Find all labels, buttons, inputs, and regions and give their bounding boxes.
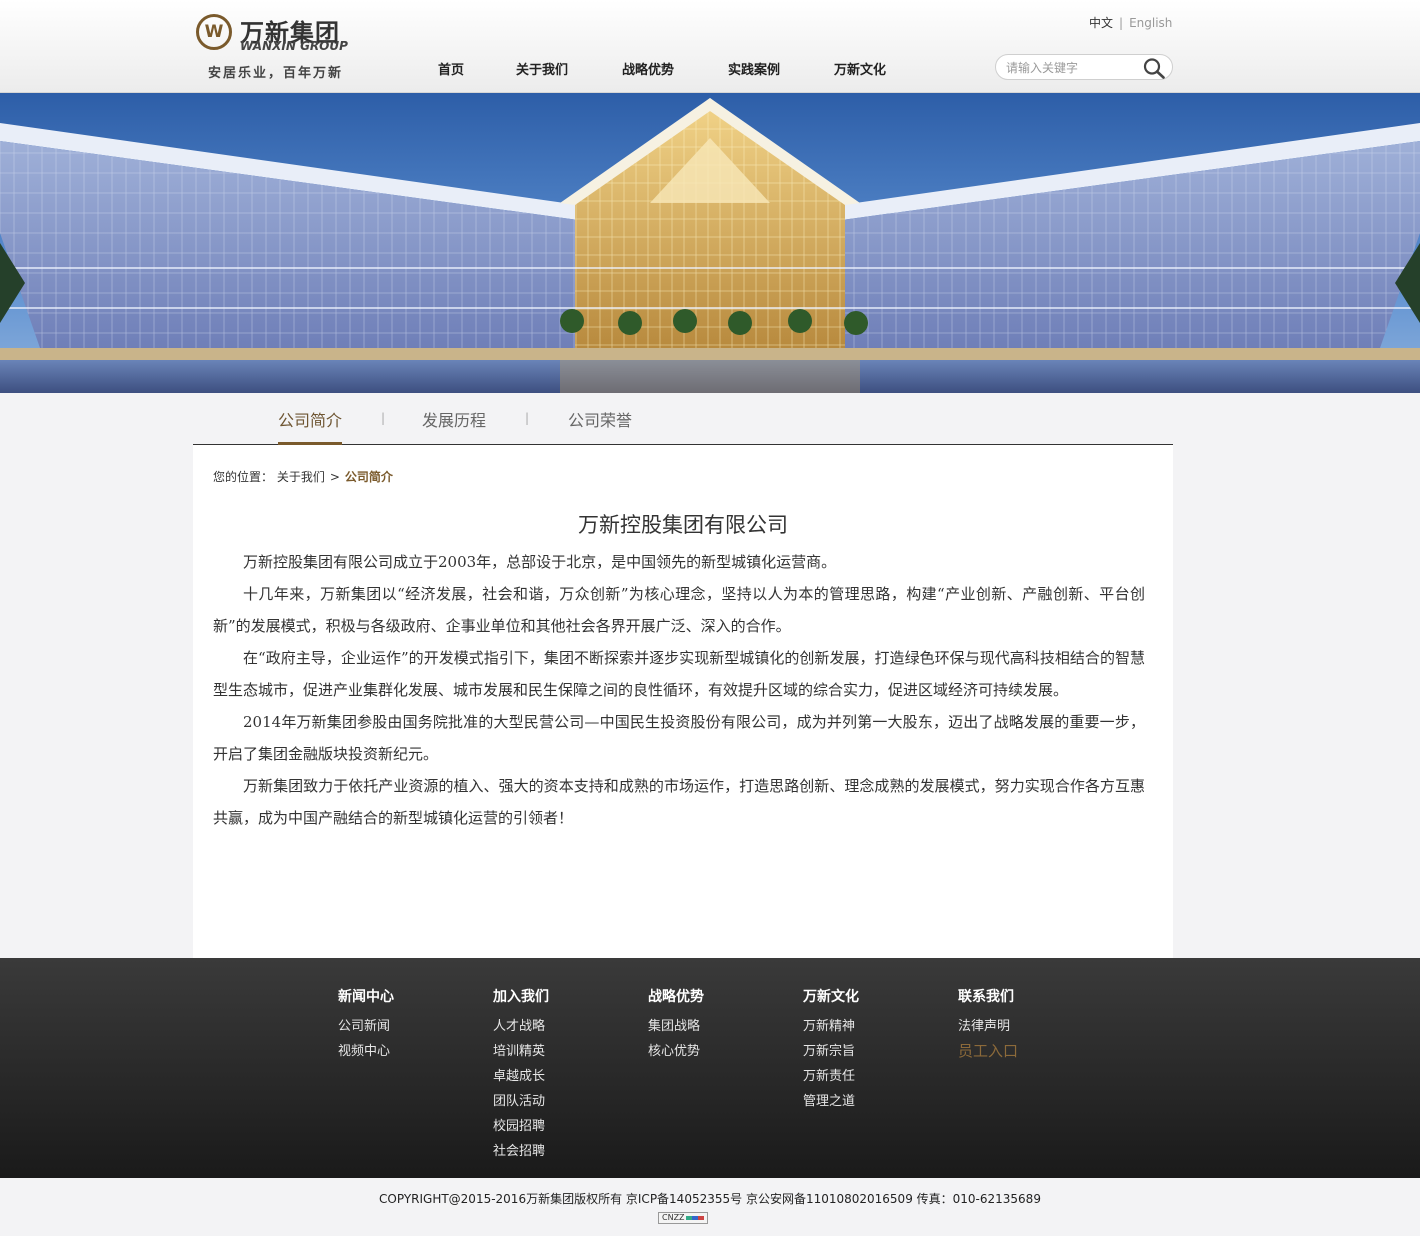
building-illustration (0, 93, 1420, 393)
footer-link[interactable]: 卓越成长 (493, 1064, 549, 1089)
tab-separator: | (381, 411, 386, 425)
footer-link[interactable]: 团队活动 (493, 1089, 549, 1114)
footer-link[interactable]: 集团战略 (648, 1014, 704, 1039)
footer-col-title[interactable]: 新闻中心 (338, 986, 394, 1006)
footer-link[interactable]: 公司新闻 (338, 1014, 394, 1039)
breadcrumb-parent-link[interactable]: 关于我们 (277, 470, 325, 484)
nav-item-culture[interactable]: 万新文化 (834, 59, 886, 78)
footer-col-culture: 万新文化 万新精神 万新宗旨 万新责任 管理之道 (803, 986, 859, 1114)
employee-portal-link[interactable]: 员工入口 (958, 1039, 1018, 1064)
footer-link[interactable]: 万新宗旨 (803, 1039, 859, 1064)
site-header: W 万新集团 WANXIN GROUP 安居乐业，百年万新 中文 | English… (0, 0, 1420, 93)
footer-col-join: 加入我们 人才战略 培训精英 卓越成长 团队活动 校园招聘 社会招聘 (493, 986, 549, 1164)
cnzz-bar-icon (686, 1216, 704, 1220)
footer-link[interactable]: 培训精英 (493, 1039, 549, 1064)
hero-banner-image (0, 93, 1420, 393)
search-icon[interactable] (1142, 57, 1166, 79)
nav-item-cases[interactable]: 实践案例 (728, 59, 780, 78)
footer-link[interactable]: 社会招聘 (493, 1139, 549, 1164)
tab-history[interactable]: 发展历程 (422, 407, 486, 431)
article-paragraph: 万新控股集团有限公司成立于2003年，总部设于北京，是中国领先的新型城镇化运营商… (243, 553, 837, 571)
footer-link[interactable]: 人才战略 (493, 1014, 549, 1039)
breadcrumb-current: 公司简介 (344, 470, 393, 484)
article-body: 万新控股集团有限公司成立于2003年，总部设于北京，是中国领先的新型城镇化运营商… (213, 546, 1145, 834)
nav-item-home[interactable]: 首页 (438, 59, 464, 78)
article-paragraph: 2014年万新集团参股由国务院批准的大型民营公司—中国民生投资股份有限公司，成为… (213, 713, 1145, 763)
search-input[interactable] (1004, 58, 1138, 78)
copyright-text: COPYRIGHT@2015-2016万新集团版权所有 京ICP备1405235… (379, 1192, 1041, 1206)
breadcrumb-label: 您的位置： (213, 470, 274, 484)
footer-link[interactable]: 视频中心 (338, 1039, 394, 1064)
footer-link[interactable]: 管理之道 (803, 1089, 859, 1114)
lang-separator: | (1119, 16, 1124, 30)
article-paragraph: 十几年来，万新集团以“经济发展，社会和谐，万众创新”为核心理念，坚持以人为本的管… (213, 585, 1145, 635)
brand-logo[interactable]: W 万新集团 WANXIN GROUP 安居乐业，百年万新 (196, 12, 366, 82)
cnzz-stats-badge[interactable]: CNZZ (658, 1212, 708, 1224)
article-paragraph: 万新集团致力于依托产业资源的植入、强大的资本支持和成熟的市场运作，打造思路创新、… (213, 777, 1145, 827)
cnzz-badge-label: CNZZ (662, 1213, 685, 1222)
article-paragraph: 在“政府主导，企业运作”的开发模式指引下，集团不断探索并逐步实现新型城镇化的创新… (213, 649, 1145, 699)
tab-honors[interactable]: 公司荣誉 (568, 407, 632, 431)
footer-col-strategy: 战略优势 集团战略 核心优势 (648, 986, 704, 1064)
page-title: 万新控股集团有限公司 (578, 513, 788, 537)
footer-col-news: 新闻中心 公司新闻 视频中心 (338, 986, 394, 1064)
search-box (995, 54, 1173, 80)
lang-cn-link[interactable]: 中文 (1089, 16, 1113, 30)
nav-item-strategy[interactable]: 战略优势 (622, 59, 674, 78)
logo-w-icon: W (196, 14, 232, 50)
footer-link[interactable]: 校园招聘 (493, 1114, 549, 1139)
breadcrumb: 您的位置： 关于我们 > 公司简介 (213, 468, 393, 485)
footer-col-contact: 联系我们 法律声明 员工入口 (958, 986, 1018, 1064)
footer-link[interactable]: 核心优势 (648, 1039, 704, 1064)
about-subnav: 公司简介 | 发展历程 | 公司荣誉 (193, 393, 1173, 445)
language-switch: 中文 | English (1089, 14, 1172, 31)
brand-name-en: WANXIN GROUP (240, 39, 348, 53)
footer-col-title[interactable]: 战略优势 (648, 986, 704, 1006)
main-content: 您的位置： 关于我们 > 公司简介 万新控股集团有限公司 万新控股集团有限公司成立于… (193, 445, 1173, 958)
footer-col-title[interactable]: 加入我们 (493, 986, 549, 1006)
footer-link[interactable]: 万新责任 (803, 1064, 859, 1089)
site-footer: 新闻中心 公司新闻 视频中心 加入我们 人才战略 培训精英 卓越成长 团队活动 … (0, 958, 1420, 1178)
tab-company-profile[interactable]: 公司简介 (278, 407, 342, 431)
footer-link[interactable]: 万新精神 (803, 1014, 859, 1039)
breadcrumb-separator: > (329, 470, 340, 484)
footer-col-title[interactable]: 万新文化 (803, 986, 859, 1006)
nav-item-about[interactable]: 关于我们 (516, 59, 568, 78)
brand-slogan: 安居乐业，百年万新 (208, 66, 344, 81)
footer-link-legal[interactable]: 法律声明 (958, 1014, 1018, 1039)
tab-separator: | (525, 411, 530, 425)
footer-col-title[interactable]: 联系我们 (958, 986, 1018, 1006)
lang-en-link[interactable]: English (1129, 16, 1172, 30)
